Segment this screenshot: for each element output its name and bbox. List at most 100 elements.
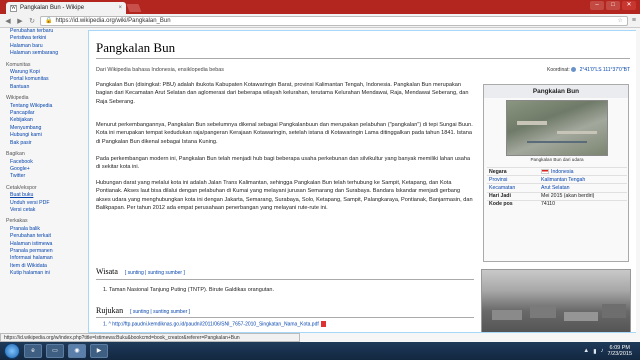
reload-icon[interactable]: ↻: [28, 17, 36, 25]
negara-link[interactable]: Indonesia: [551, 169, 574, 175]
bookmark-star-icon[interactable]: ☆: [618, 17, 623, 24]
sidebar-item-kutip[interactable]: Kutip halaman ini: [6, 270, 88, 277]
tab-close-icon[interactable]: ×: [118, 5, 122, 11]
sidebar-item-hubungi[interactable]: Hubungi kami: [6, 132, 88, 139]
row-value: 74110: [539, 199, 627, 208]
row-value: Indonesia: [539, 166, 627, 176]
sidebar-heading-bagikan: Bagikan: [6, 151, 25, 158]
coord-link[interactable]: 2°41'0"LS 111°37'0"BT: [580, 67, 630, 73]
section-heading-wisata: Wisata [ sunting | sunting sumber ]: [96, 267, 185, 276]
reference-link[interactable]: 1. ^ http://ftp.paudni.kemdiknas.go.id/p…: [103, 321, 319, 327]
sidebar-item-google-plus[interactable]: Google+: [6, 166, 88, 173]
paragraph-modern: Pada perkembangan modern ini, Pangkalan …: [96, 156, 471, 171]
sidebar-item-halaman-istimewa[interactable]: Halaman istimewa: [6, 241, 88, 248]
infobox-table: Negara Indonesia Provinsi Kalimantan Ten…: [487, 166, 627, 208]
sidebar-item-pancapilar[interactable]: Pancapilar: [6, 110, 88, 117]
new-tab-button[interactable]: [126, 4, 142, 12]
sidebar-item-menyumbang[interactable]: Menyumbang: [6, 125, 88, 132]
page-title: Pangkalan Bun: [96, 40, 176, 55]
coord-label: Koordinat:: [547, 67, 570, 73]
browser-tab[interactable]: W Pangkalan Bun - Wikipe ×: [6, 2, 126, 14]
row-key: Kode pos: [487, 199, 539, 208]
section-heading-rujukan: Rujukan [ sunting | sunting sumber ]: [96, 306, 190, 315]
globe-icon[interactable]: [571, 67, 577, 73]
table-row: Provinsi Kalimantan Tengah: [487, 175, 627, 184]
folder-icon[interactable]: ▭: [46, 344, 64, 358]
window-controls: – □ ✕: [590, 1, 636, 10]
sidebar-item-pranala-balik[interactable]: Pranala balik: [6, 226, 88, 233]
menu-icon[interactable]: ≡: [632, 17, 636, 24]
chrome-icon[interactable]: ◉: [68, 344, 86, 358]
sidebar-item-kebijakan[interactable]: Kebijakan: [6, 117, 88, 124]
town-photo[interactable]: [481, 269, 631, 332]
volume-icon[interactable]: ♪: [601, 348, 604, 354]
wikipedia-favicon: W: [10, 4, 17, 12]
show-hidden-icon[interactable]: ▲: [583, 348, 589, 354]
provinsi-link[interactable]: Provinsi: [489, 177, 507, 183]
rujukan-edit-links[interactable]: [ sunting | sunting sumber ]: [130, 309, 190, 315]
wiki-sidebar: Perubahan terbaru Peristiwa terkini Hala…: [0, 28, 88, 333]
wisata-divider: [96, 279, 474, 280]
network-icon[interactable]: ▮: [593, 348, 596, 355]
sidebar-item-warung-kopi[interactable]: Warung Kopi: [6, 69, 88, 76]
explorer-icon[interactable]: e: [24, 344, 42, 358]
provinsi-value-link[interactable]: Kalimantan Tengah: [541, 177, 585, 183]
wisata-list-item: 1. Taman Nasional Tanjung Puting (TNTP).…: [103, 287, 274, 293]
sidebar-item-informasi-halaman[interactable]: Informasi halaman: [6, 255, 88, 262]
sidebar-item-twitter[interactable]: Twitter: [6, 173, 88, 180]
lock-icon: 🔒: [45, 18, 53, 24]
row-key: Kecamatan: [487, 183, 539, 193]
minimize-button[interactable]: –: [590, 1, 604, 10]
taskbar: e ▭ ◉ ▶ ▲ ▮ ♪ 6:09 PM 7/23/2015: [0, 342, 640, 360]
sidebar-heading-cetak: Cetak/ekspor: [6, 184, 37, 191]
wisata-edit-links[interactable]: [ sunting | sunting sumber ]: [125, 270, 185, 276]
row-key: Negara: [487, 166, 539, 176]
infobox-caption: Pangkalan Bun dari udara: [530, 157, 584, 162]
browser-title-bar: W Pangkalan Bun - Wikipe × – □ ✕: [0, 0, 640, 14]
sidebar-heading-perkakas: Perkakas: [6, 218, 28, 225]
sidebar-item-unduh-pdf[interactable]: Unduh versi PDF: [6, 200, 88, 207]
back-icon[interactable]: ◀: [4, 17, 12, 25]
coordinates: Koordinat: 2°41'0"LS 111°37'0"BT: [547, 67, 630, 73]
sidebar-item-bak-pasir[interactable]: Bak pasir: [6, 140, 88, 147]
sidebar-item-halaman-sembarang[interactable]: Halaman sembarang: [6, 50, 88, 57]
reference-item[interactable]: 1. ^ http://ftp.paudni.kemdiknas.go.id/p…: [103, 321, 326, 327]
system-tray: ▲ ▮ ♪ 6:09 PM 7/23/2015: [583, 345, 640, 358]
sidebar-item-buat-buku[interactable]: Buat buku: [6, 192, 88, 199]
sidebar-item-peristiwa-terkini[interactable]: Peristiwa terkini: [6, 35, 88, 42]
indonesia-flag-icon: [541, 168, 549, 174]
clock[interactable]: 6:09 PM 7/23/2015: [608, 345, 632, 358]
row-value: Mei 2015 (akan berdiri): [539, 191, 627, 201]
infobox-title: Pangkalan Bun: [484, 85, 628, 98]
wisata-heading-text: Wisata: [96, 267, 118, 276]
aerial-photo[interactable]: [506, 100, 608, 156]
sidebar-item-tentang[interactable]: Tentang Wikipedia: [6, 103, 88, 110]
sidebar-item-portal-komunitas[interactable]: Portal komunitas: [6, 76, 88, 83]
maximize-button[interactable]: □: [606, 1, 620, 10]
sidebar-item-halaman-baru[interactable]: Halaman baru: [6, 43, 88, 50]
start-button[interactable]: [4, 343, 20, 359]
forward-icon[interactable]: ▶: [16, 17, 24, 25]
sidebar-item-bantuan[interactable]: Bantuan: [6, 84, 88, 91]
table-row: Kecamatan Arut Selatan: [487, 183, 627, 193]
sidebar-item-versi-cetak[interactable]: Versi cetak: [6, 207, 88, 214]
sidebar-item-pranala-permanen[interactable]: Pranala permanen: [6, 248, 88, 255]
row-key: Provinsi: [487, 175, 539, 184]
url-text: https://id.wikipedia.org/wiki/Pangkalan_…: [55, 17, 171, 24]
address-bar[interactable]: 🔒 https://id.wikipedia.org/wiki/Pangkala…: [40, 15, 628, 26]
sidebar-item-wikidata[interactable]: Item di Wikidata: [6, 263, 88, 270]
sidebar-item-perubahan-terkait[interactable]: Perubahan terkait: [6, 233, 88, 240]
paragraph-transport: Hubungan darat yang melalui kota ini ada…: [96, 180, 473, 211]
close-window-button[interactable]: ✕: [622, 1, 636, 10]
sidebar-item-facebook[interactable]: Facebook: [6, 159, 88, 166]
kecamatan-value-link[interactable]: Arut Selatan: [541, 185, 570, 191]
row-key: Hari Jadi: [487, 191, 539, 201]
rujukan-divider: [96, 317, 474, 318]
media-player-icon[interactable]: ▶: [90, 344, 108, 358]
sidebar-item-perubahan-terbaru[interactable]: Perubahan terbaru: [6, 28, 88, 35]
article-tagline: Dari Wikipedia bahasa Indonesia, ensiklo…: [96, 67, 224, 73]
title-divider: [96, 58, 630, 59]
sidebar-heading-komunitas: Komunitas: [6, 61, 31, 68]
kecamatan-link[interactable]: Kecamatan: [489, 185, 515, 191]
row-value: Kalimantan Tengah: [539, 175, 627, 184]
